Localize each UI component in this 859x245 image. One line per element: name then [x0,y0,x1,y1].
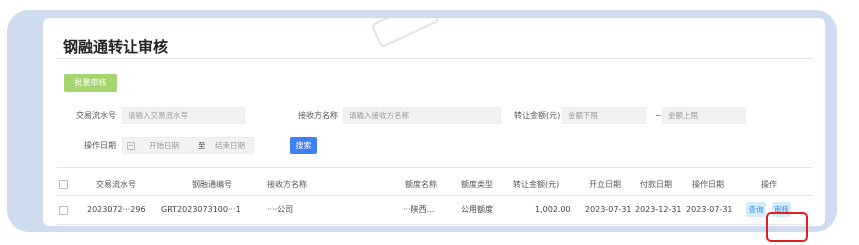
header-receiver: 接收方名称 [267,180,307,189]
date-separator: 至 [198,141,206,150]
cell-serial: 2023072···296 [87,205,146,214]
table-row-divider [57,224,813,225]
header-amount: 转让金额(元) [513,180,560,189]
amount-min-input[interactable]: 金额下限 [562,107,646,124]
cell-code: GRT2023073100···1 [161,205,241,214]
page-title: 钢融通转让审核 [63,38,169,56]
amount-range-separator: ~ [655,111,662,120]
cell-op-date: 2023-07-31 [686,205,733,214]
calendar-icon [127,142,135,150]
amount-filter-label: 转让金额(元) [514,111,561,120]
batch-audit-button[interactable]: 批量审核 [64,74,117,92]
header-actions: 操作 [761,180,777,189]
search-button[interactable]: 搜索 [290,137,317,154]
table-top-divider [57,167,813,168]
date-start-input[interactable]: 开始日期 [149,138,179,153]
header-open-date: 开立日期 [589,180,621,189]
view-button[interactable]: 查询 [746,202,766,217]
row-checkbox[interactable] [59,206,68,215]
select-all-checkbox[interactable] [59,180,68,189]
cell-open-date: 2023-07-31 [585,205,632,214]
receiver-input[interactable]: 请输入接收方名称 [343,107,501,124]
header-quota-type: 额度类型 [461,180,493,189]
title-divider [57,58,813,59]
cell-receiver: ····公司 [267,205,294,214]
watermark-mark [370,18,440,49]
serial-filter-label: 交易流水号 [76,111,116,120]
date-filter-label: 操作日期 [84,141,116,150]
header-code: 钢融通编号 [192,180,232,189]
header-op-date: 操作日期 [692,180,724,189]
header-serial: 交易流水号 [96,180,136,189]
amount-max-input[interactable]: 金额上限 [662,107,746,124]
audit-panel: 钢融通转让审核 批量审核 交易流水号 请输入交易流水号 接收方名称 请输入接收方… [43,18,825,226]
date-end-input[interactable]: 结束日期 [215,138,245,153]
audit-button-highlight [766,212,808,242]
serial-input[interactable]: 请输入交易流水号 [122,107,245,124]
cell-amount: 1,002.00 [535,205,571,214]
header-quota-name: 额度名称 [405,180,437,189]
table-header-divider [57,195,813,196]
date-range-picker[interactable]: 开始日期 至 结束日期 [122,137,254,154]
cell-pay-date: 2023-12-31 [635,205,682,214]
header-pay-date: 付款日期 [640,180,672,189]
cell-quota-name: ···陕西... [403,205,435,214]
receiver-filter-label: 接收方名称 [298,111,338,120]
cell-quota-type: 公用额度 [461,205,493,214]
